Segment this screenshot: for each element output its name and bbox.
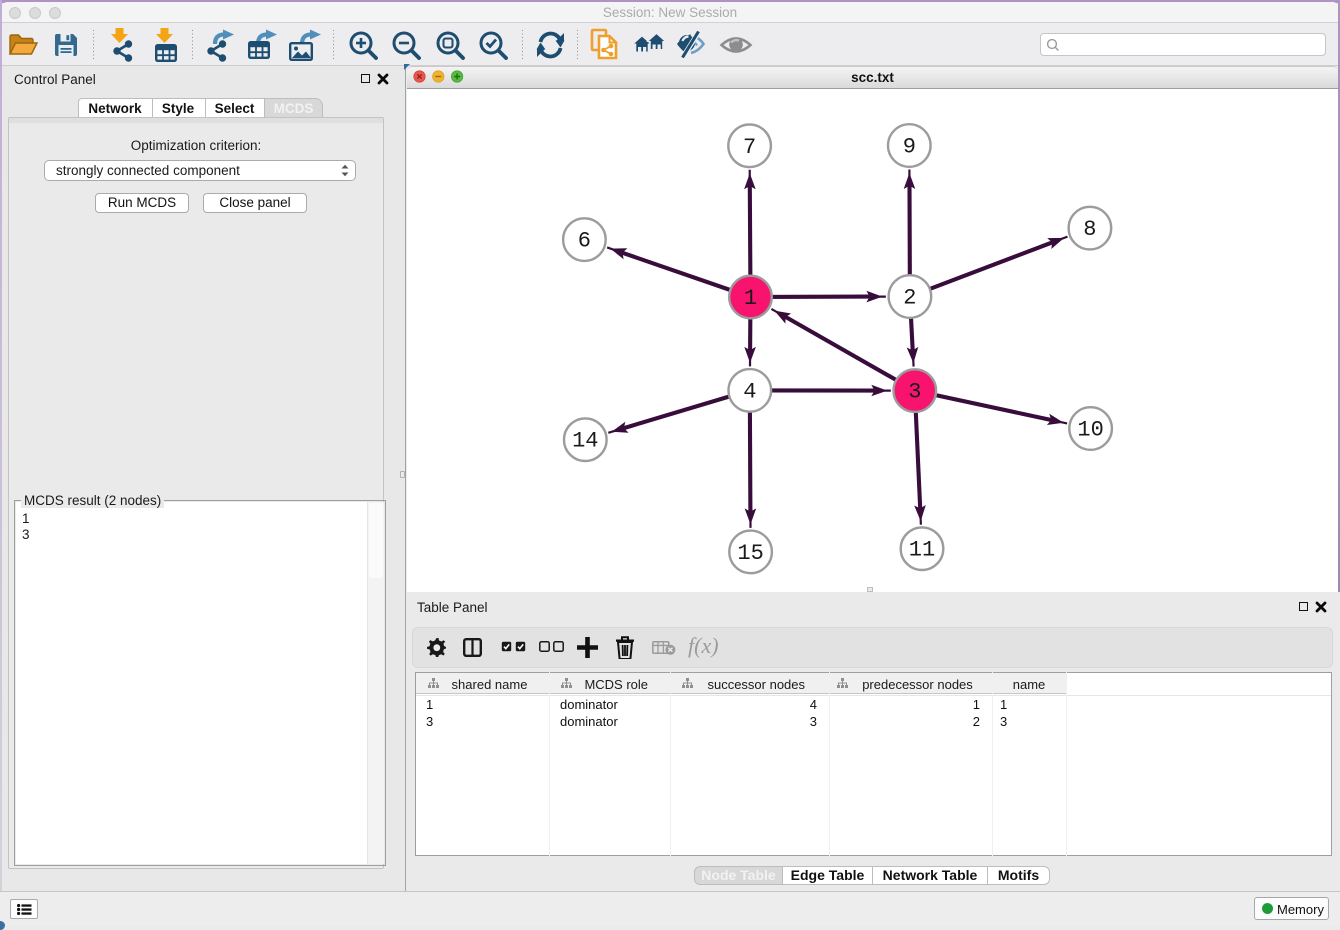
svg-text:3: 3 (908, 380, 921, 405)
svg-text:11: 11 (909, 538, 935, 563)
svg-text:4: 4 (743, 379, 756, 404)
svg-text:8: 8 (1083, 217, 1096, 242)
svg-text:7: 7 (743, 135, 756, 160)
svg-text:15: 15 (737, 541, 763, 566)
svg-text:10: 10 (1077, 418, 1103, 443)
svg-text:6: 6 (578, 229, 591, 254)
svg-text:2: 2 (903, 286, 916, 311)
svg-text:9: 9 (903, 135, 916, 160)
svg-text:14: 14 (572, 429, 598, 454)
svg-text:1: 1 (744, 286, 757, 311)
